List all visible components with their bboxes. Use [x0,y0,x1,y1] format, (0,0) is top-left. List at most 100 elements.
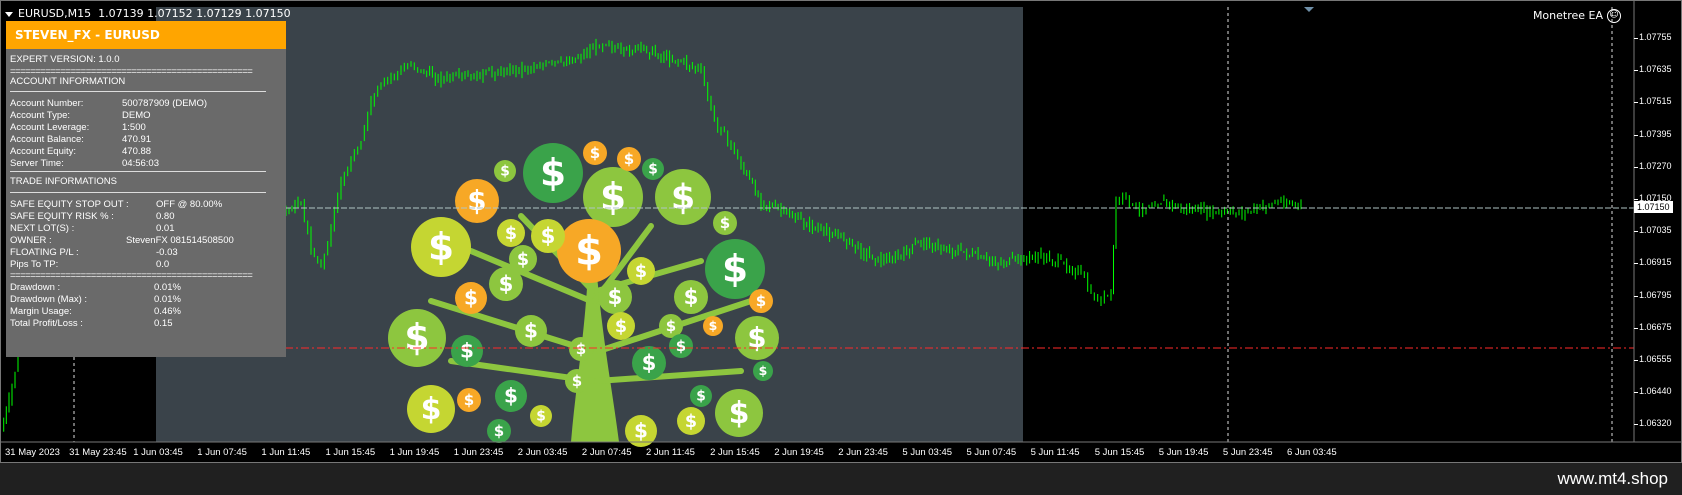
dollar-coin-icon: $ [703,316,723,336]
dollar-coin-icon: $ [487,419,511,443]
account-row-value: DEMO [122,110,151,121]
svg-text:$: $ [494,422,504,440]
price-axis[interactable]: 1.07755 1.07635 1.07515 1.07395 1.07270 1.071… [1634,1,1681,442]
price-tick: 1.06675 [1634,321,1672,332]
time-tick: 2 Jun 19:45 [774,447,824,458]
trade-row-value: StevenFX 081514508500 [126,235,234,246]
dollar-coin-icon: $ [753,361,773,381]
svg-text:$: $ [642,351,657,376]
svg-text:$: $ [499,272,514,297]
trade-row-label: SAFE EQUITY RISK % : [10,211,114,222]
price-tick: 1.07755 [1634,32,1672,42]
stats-row-label: Drawdown : [10,282,61,293]
dollar-coin-icon: $ [705,239,765,299]
stats-row-label: Drawdown (Max) : [10,294,88,305]
time-tick: 2 Jun 23:45 [838,447,888,458]
time-tick: 31 May 2023 [5,447,60,458]
svg-text:$: $ [421,392,442,427]
svg-text:$: $ [464,286,478,310]
price-tick: 1.06320 [1634,418,1672,429]
svg-text:$: $ [524,319,538,343]
svg-text:$: $ [500,164,510,180]
dollar-coin-icon: $ [455,282,487,314]
panel-divider [10,192,266,193]
account-row-label: Account Type: [10,110,71,121]
time-tick: 5 Jun 19:45 [1158,447,1209,458]
account-row-label: Server Time: [10,158,64,169]
trade-row-value: 0.0 [156,259,170,270]
trade-row-label: NEXT LOT(S) : [10,223,75,234]
account-row-label: Account Balance: [10,134,84,145]
stats-row-value: 0.15 [154,318,173,329]
price-tick: 1.06795 [1634,289,1672,300]
dollar-coin-icon: $ [497,219,525,247]
price-tick: 1.06440 [1634,386,1672,397]
svg-text:$: $ [709,318,718,333]
svg-text:$: $ [615,317,627,337]
price-tick: 1.06555 [1634,354,1672,364]
time-tick: 5 Jun 07:45 [966,447,1017,458]
svg-text:$: $ [722,247,748,291]
trade-row-value: 0.80 [156,211,175,222]
account-row-value: 04:56:03 [122,158,159,169]
account-row-value: 500787909 (DEMO) [122,98,208,109]
time-tick: 5 Jun 15:45 [1094,447,1145,458]
dollar-coin-icon: $ [495,380,527,412]
time-tick: 2 Jun 07:45 [581,447,632,458]
dollar-coin-icon: $ [642,158,664,180]
svg-text:$: $ [608,285,623,310]
dollar-coin-icon: $ [598,280,632,314]
svg-text:$: $ [624,150,634,168]
panel-separator: ========================================… [10,270,253,281]
account-row-value: 1:500 [122,122,146,133]
svg-text:$: $ [676,337,686,355]
expert-advisor-label[interactable]: Monetree EA ☺ [1533,9,1621,23]
svg-text:$: $ [759,363,768,378]
price-tick: 1.06915 [1634,257,1672,268]
time-tick: 31 May 23:45 [69,447,127,458]
svg-text:$: $ [460,339,474,363]
svg-text:$: $ [504,384,518,408]
svg-text:$: $ [747,322,766,354]
dropdown-triangle-icon[interactable] [5,11,13,17]
svg-text:$: $ [671,178,695,218]
symbol-header[interactable]: EURUSD,M15 1.07139 1.07152 1.07129 1.071… [5,7,291,20]
dollar-coin-icon: $ [509,245,537,273]
ea-name: Monetree EA [1532,9,1603,22]
time-tick: 2 Jun 15:45 [710,447,760,458]
smiley-face-icon[interactable]: ☺ [1607,9,1621,23]
stats-row-label: Total Profit/Loss : [10,318,83,329]
trade-row-label: FLOATING P/L : [10,247,79,258]
dollar-coin-icon: $ [557,219,621,283]
account-heading: ACCOUNT INFORMATION [10,76,126,87]
svg-text:$: $ [467,185,486,217]
trade-row-value: 0.01 [156,223,175,234]
dollar-coin-icon: $ [632,346,666,380]
time-tick: 2 Jun 11:45 [646,447,695,458]
symbol-quote: 1.07139 1.07152 1.07129 1.07150 [98,7,291,20]
trade-heading: TRADE INFORMATIONS [10,176,117,187]
dollar-coin-icon: $ [457,388,481,412]
svg-text:$: $ [576,340,586,358]
time-tick: 5 Jun 11:45 [1030,447,1080,458]
dollar-coin-icon: $ [531,219,565,253]
time-tick: 5 Jun 23:45 [1222,447,1273,458]
dollar-coin-icon: $ [411,217,471,277]
account-row-value: 470.88 [122,146,152,157]
dollar-coin-icon: $ [669,334,693,358]
dollar-coin-icon: $ [607,312,635,340]
time-tick: 1 Jun 11:45 [261,447,311,458]
svg-text:$: $ [428,225,454,269]
dollar-coin-icon: $ [523,143,583,203]
svg-text:$: $ [541,224,556,249]
svg-text:$: $ [720,214,730,232]
dollar-coin-icon: $ [489,267,523,301]
time-tick: 1 Jun 03:45 [133,447,183,458]
chart-window[interactable]: $ $ $ $ $ $ $ $ $ $ $ $ $ $ $ $ $ $ $ $ $ $ $ $ $ $ $ $ $ $ $ $ $ $ $ $ $ $ $ $… [0,0,1682,463]
footer-bar: www.mt4.shop [0,463,1682,495]
svg-text:$: $ [404,316,429,359]
dollar-coin-icon: $ [715,389,763,437]
dollar-coin-icon: $ [617,147,641,171]
price-tick: 1.07270 [1634,160,1672,171]
current-price-label: 1.07150 [1634,201,1673,213]
